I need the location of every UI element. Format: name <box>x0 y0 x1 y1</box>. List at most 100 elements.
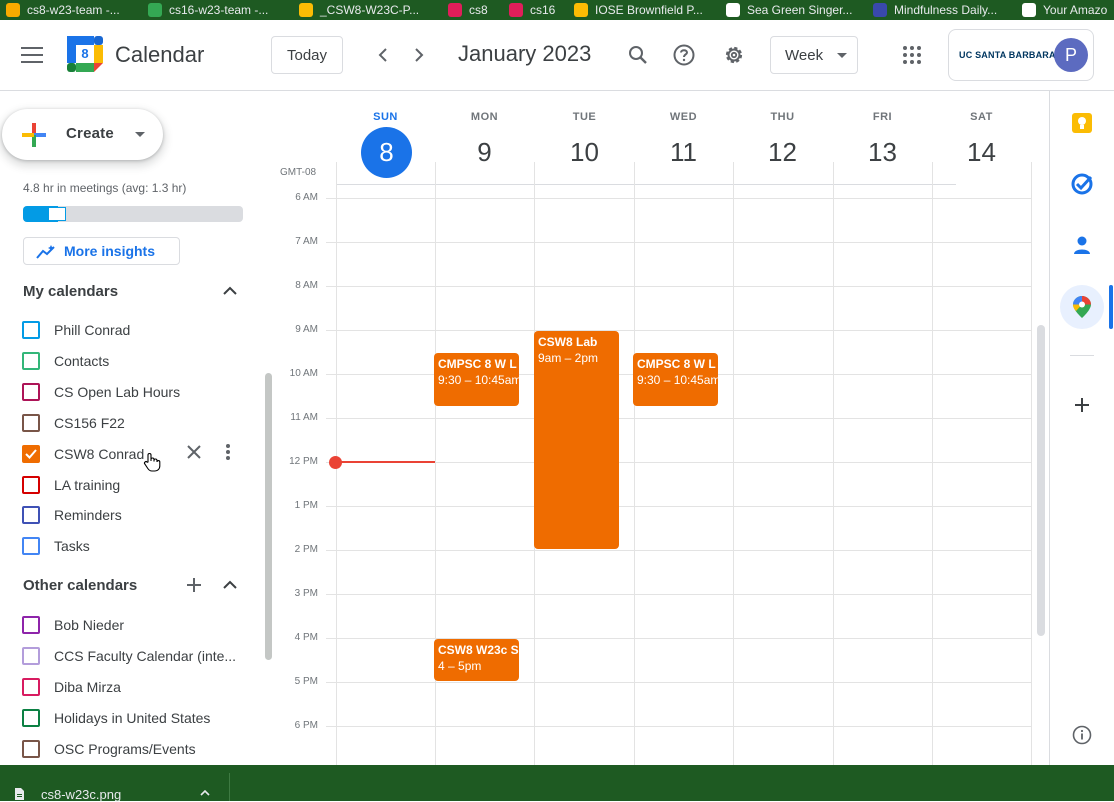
calendar-label: Reminders <box>54 507 122 524</box>
keep-icon[interactable] <box>1071 112 1093 134</box>
download-divider <box>229 773 230 801</box>
day-header-number[interactable]: 8 <box>361 127 412 178</box>
my-calendars-title[interactable]: My calendars <box>23 283 118 300</box>
calendar-item[interactable]: Reminders <box>22 503 247 527</box>
calendar-checkbox[interactable] <box>22 739 40 758</box>
calendar-item[interactable]: CS Open Lab Hours <box>22 380 247 404</box>
bookmark-icon <box>6 3 20 17</box>
side-panel <box>1049 91 1114 765</box>
bookmark-item[interactable]: IOSE Brownfield P... <box>574 0 703 20</box>
header-divider <box>336 184 956 185</box>
google-apps-button[interactable] <box>894 37 930 73</box>
time-label: 12 PM <box>289 455 318 467</box>
calendar-label: LA training <box>54 476 121 493</box>
calendar-checkbox[interactable] <box>22 321 40 339</box>
previous-week-button[interactable] <box>366 37 400 73</box>
bookmark-item[interactable]: Mindfulness Daily... <box>873 0 997 20</box>
calendar-item[interactable]: Contacts <box>22 349 247 373</box>
day-header-number[interactable]: 12 <box>733 130 832 174</box>
search-button[interactable] <box>620 37 656 73</box>
more-vert-icon[interactable] <box>225 444 231 460</box>
bookmark-icon <box>299 3 313 17</box>
other-calendars-title[interactable]: Other calendars <box>23 577 137 594</box>
bookmark-item[interactable]: cs8 <box>448 0 488 20</box>
bookmark-item[interactable]: Your Amazo <box>1022 0 1107 20</box>
calendar-checkbox[interactable] <box>22 475 40 494</box>
calendar-item[interactable]: CSW8 Conrad <box>22 442 247 466</box>
calendar-checkbox[interactable] <box>22 708 40 727</box>
tasks-icon[interactable] <box>1071 173 1093 195</box>
calendar-checkbox[interactable] <box>22 382 40 401</box>
help-button[interactable] <box>666 37 702 73</box>
view-selector-label: Week <box>785 46 824 64</box>
calendar-item[interactable]: Diba Mirza <box>22 675 247 699</box>
more-insights-label: More insights <box>64 243 156 259</box>
apps-grid-icon <box>903 46 921 64</box>
time-label: 2 PM <box>294 543 318 555</box>
calendar-checkbox[interactable] <box>22 677 40 696</box>
event-time: 9:30 – 10:45am <box>438 372 519 387</box>
grid-column-line <box>733 162 735 765</box>
day-header-number[interactable]: 11 <box>634 130 733 174</box>
calendar-checkbox[interactable] <box>22 413 40 432</box>
settings-button[interactable] <box>716 37 752 73</box>
chevron-up-icon[interactable] <box>200 790 210 796</box>
grid-column-line <box>1031 162 1033 765</box>
calendar-item[interactable]: OSC Programs/Events <box>22 737 247 761</box>
close-icon[interactable] <box>187 445 201 459</box>
calendar-checkbox[interactable] <box>22 444 40 463</box>
grid-hour-line <box>326 549 1032 551</box>
grid-hour-line <box>326 285 1032 287</box>
bookmark-item[interactable]: cs8-w23-team -... <box>6 0 120 20</box>
today-button[interactable]: Today <box>271 36 343 74</box>
calendar-item[interactable]: LA training <box>22 473 247 497</box>
insights-icon <box>36 245 55 259</box>
calendar-checkbox[interactable] <box>22 646 40 665</box>
calendar-item[interactable]: Bob Nieder <box>22 613 247 637</box>
chevron-right-icon <box>415 48 424 62</box>
download-filename[interactable]: cs8-w23c.png <box>41 787 121 802</box>
day-header-number[interactable]: 9 <box>435 130 534 174</box>
bookmark-item[interactable]: cs16 <box>509 0 555 20</box>
event-block[interactable]: CMPSC 8 W L 9:30 – 10:45am <box>434 352 519 406</box>
bookmark-item[interactable]: _CSW8-W23C-P... <box>299 0 419 20</box>
view-selector[interactable]: Week <box>770 36 858 74</box>
plus-icon[interactable] <box>1074 397 1090 413</box>
chevron-up-icon[interactable] <box>222 580 238 590</box>
calendar-item[interactable]: CCS Faculty Calendar (inte... <box>22 644 247 668</box>
calendar-item[interactable]: Phill Conrad <box>22 318 247 342</box>
event-block[interactable]: CSW8 W23c S4 – 5pm <box>434 638 519 681</box>
calendar-checkbox[interactable] <box>22 351 40 370</box>
day-header-number[interactable]: 10 <box>535 130 634 174</box>
calendar-checkbox[interactable] <box>22 506 40 525</box>
create-button[interactable]: Create <box>2 109 163 160</box>
grid-scrollbar[interactable] <box>1037 325 1045 636</box>
event-block[interactable]: CSW8 Lab 9am – 2pm <box>534 330 619 549</box>
time-label: 4 PM <box>294 631 318 643</box>
more-insights-button[interactable]: More insights <box>23 237 180 265</box>
day-header-number[interactable]: 13 <box>833 130 932 174</box>
bookmark-item[interactable]: Sea Green Singer... <box>726 0 852 20</box>
main-menu-button[interactable] <box>14 37 50 73</box>
caret-down-icon <box>135 132 145 137</box>
event-block[interactable]: CMPSC 8 W L 9:30 – 10:45am <box>633 352 718 406</box>
calendar-item[interactable]: Tasks <box>22 534 247 558</box>
calendar-checkbox[interactable] <box>22 616 40 634</box>
add-calendar-icon[interactable] <box>186 577 202 593</box>
calendar-checkbox[interactable] <box>22 537 40 556</box>
account-switcher[interactable]: UC SANTA BARBARA P <box>948 29 1094 81</box>
next-week-button[interactable] <box>402 37 436 73</box>
calendar-item[interactable]: Holidays in United States <box>22 706 247 730</box>
day-header-number[interactable]: 14 <box>932 130 1031 174</box>
download-bar: cs8-w23c.png <box>0 765 1114 802</box>
chevron-up-icon[interactable] <box>222 286 238 296</box>
bookmark-item[interactable]: cs16-w23-team -... <box>148 0 268 20</box>
calendar-logo[interactable]: 8 <box>67 36 103 72</box>
avatar[interactable]: P <box>1054 38 1088 72</box>
grid-hour-line <box>326 329 1032 331</box>
calendar-item[interactable]: CS156 F22 <box>22 411 247 435</box>
bookmark-icon <box>574 3 588 17</box>
info-icon[interactable] <box>1072 725 1092 745</box>
calendar-label: OSC Programs/Events <box>54 740 196 757</box>
contacts-icon[interactable] <box>1071 234 1093 256</box>
